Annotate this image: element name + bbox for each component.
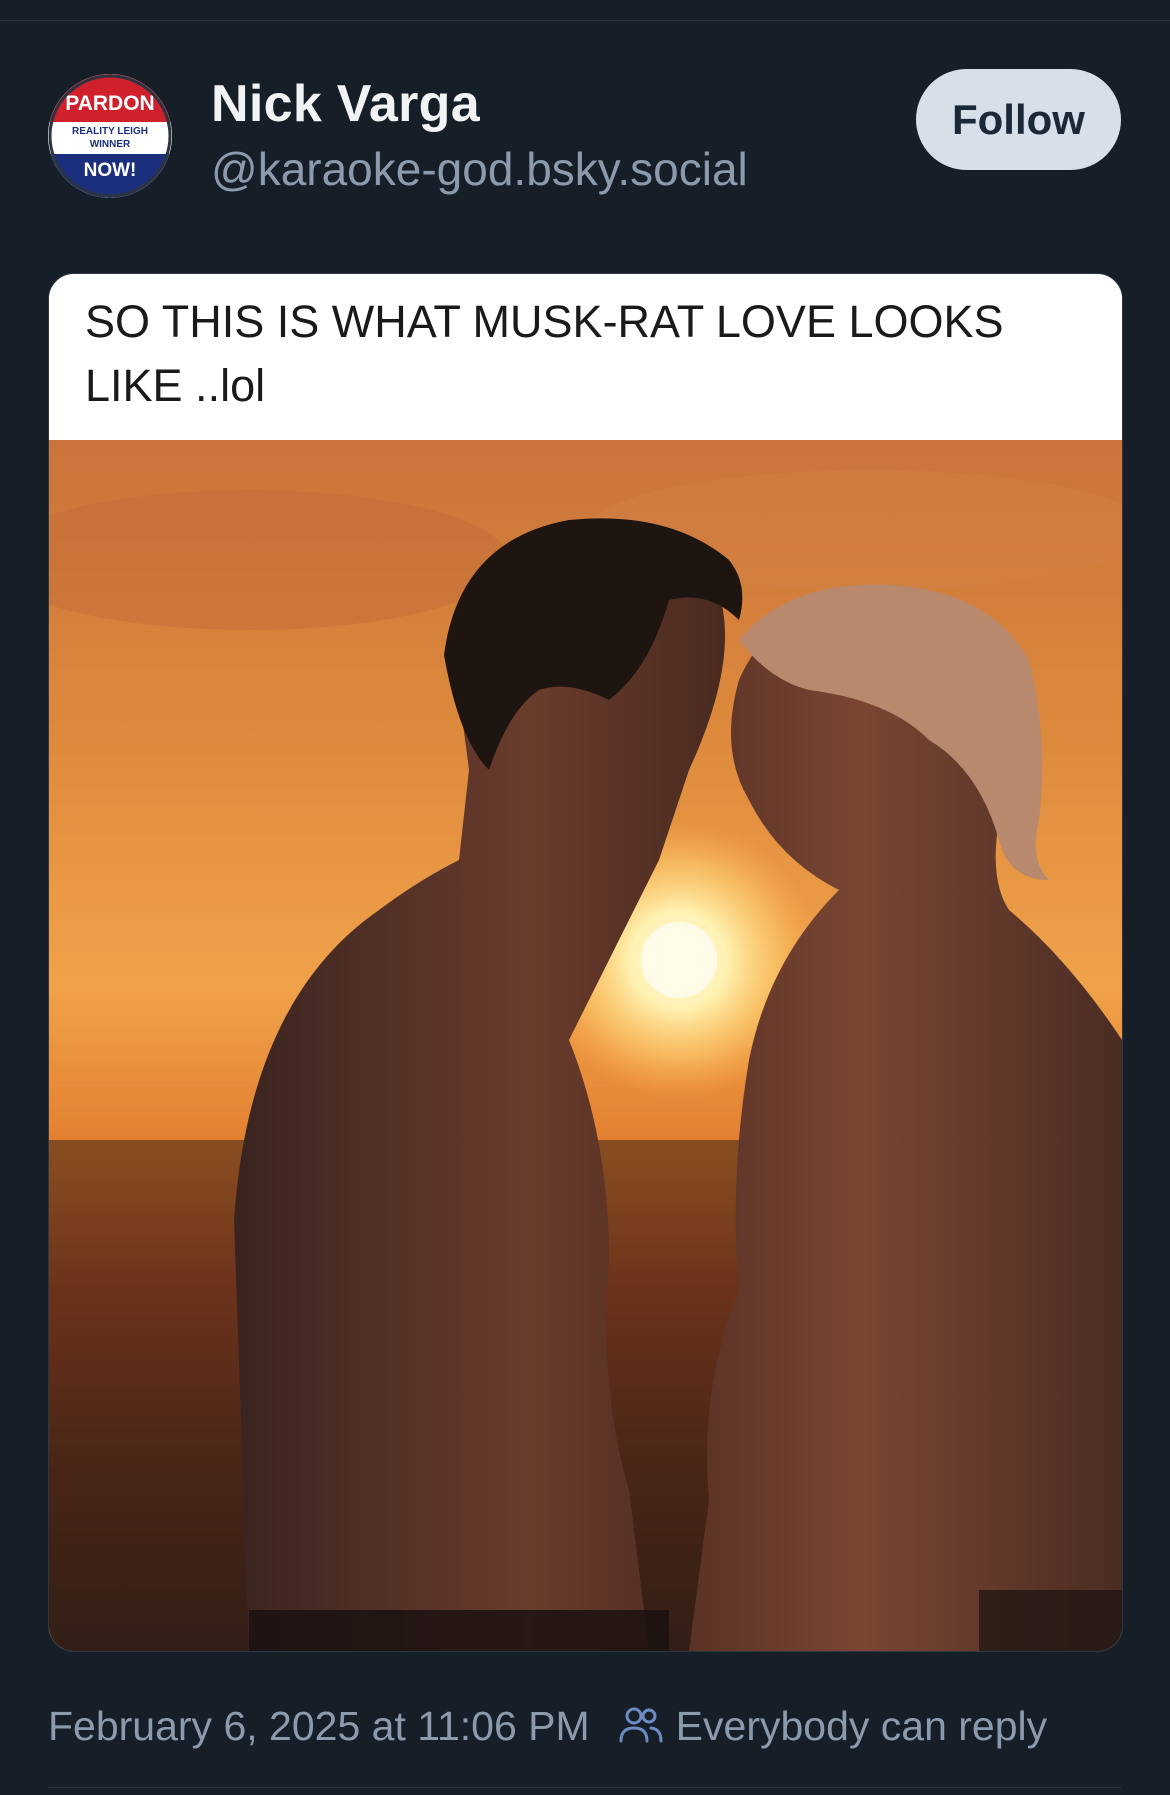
image-caption-strip: SO THIS IS WHAT MUSK-RAT LOVE LOOKS LIKE… xyxy=(49,274,1122,440)
post-footer: February 6, 2025 at 11:06 PM Everybody c… xyxy=(48,1696,1047,1756)
sunset-photo xyxy=(49,440,1122,1651)
reply-setting-label: Everybody can reply xyxy=(675,1702,1048,1749)
svg-text:NOW!: NOW! xyxy=(84,160,137,181)
reply-settings[interactable]: Everybody can reply xyxy=(618,1703,1047,1750)
sunset-silhouette-image xyxy=(49,440,1122,1651)
follow-button[interactable]: Follow xyxy=(916,69,1121,170)
svg-text:REALITY LEIGH: REALITY LEIGH xyxy=(72,126,148,137)
image-caption-text: SO THIS IS WHAT MUSK-RAT LOVE LOOKS LIKE… xyxy=(85,296,1004,411)
author-handle[interactable]: @karaoke-god.bsky.social xyxy=(211,142,748,196)
pardon-badge-icon: PARDON REALITY LEIGH WINNER NOW! xyxy=(48,74,172,198)
post-timestamp[interactable]: February 6, 2025 at 11:06 PM xyxy=(48,1703,590,1750)
bottom-divider xyxy=(48,1787,1121,1788)
top-divider xyxy=(0,20,1170,21)
avatar[interactable]: PARDON REALITY LEIGH WINNER NOW! xyxy=(48,74,172,198)
author-display-name[interactable]: Nick Varga xyxy=(211,74,480,134)
svg-text:PARDON: PARDON xyxy=(65,92,154,115)
svg-text:WINNER: WINNER xyxy=(90,139,131,150)
post-image[interactable]: SO THIS IS WHAT MUSK-RAT LOVE LOOKS LIKE… xyxy=(48,273,1123,1652)
people-icon xyxy=(618,1703,664,1749)
